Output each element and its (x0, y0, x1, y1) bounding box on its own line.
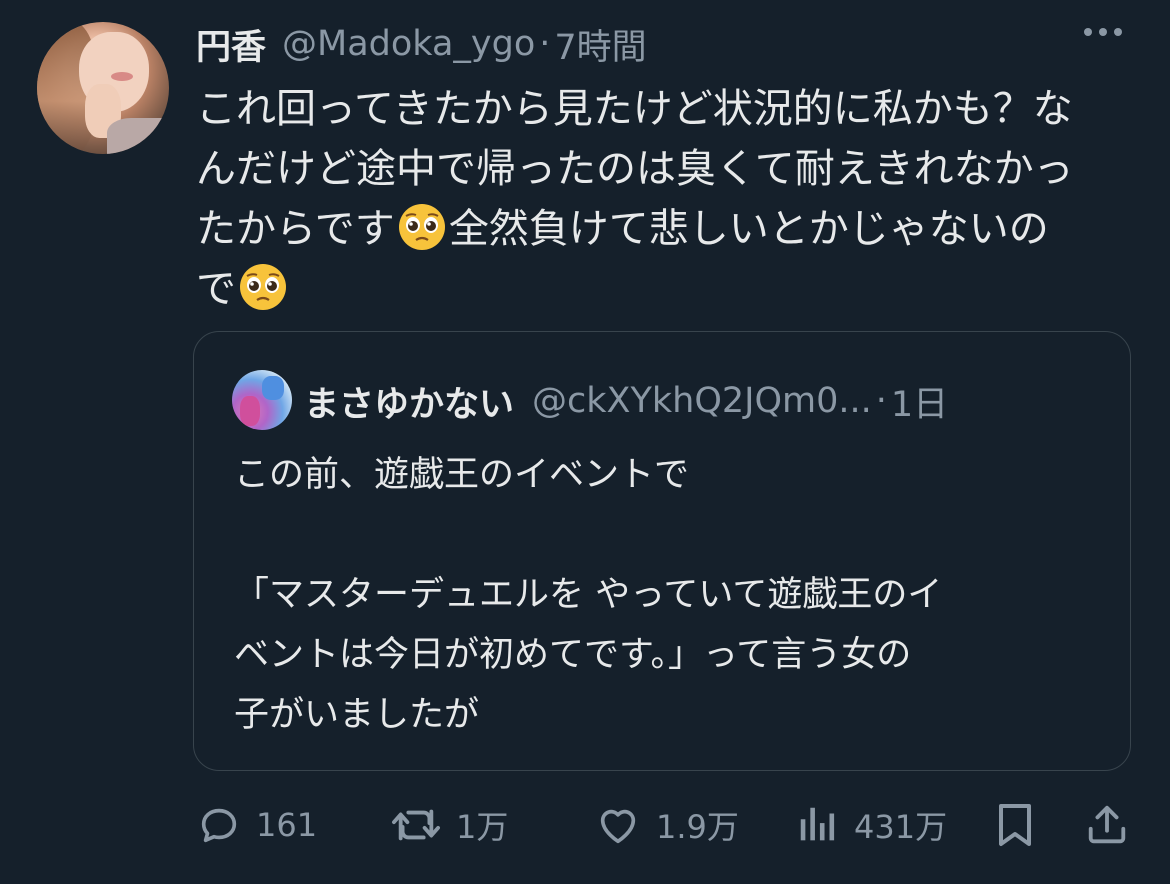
tweet-text: これ回ってきたから見たけど状況的に私かも？な んだけど途中で帰ったのは臭くて耐え… (196, 79, 1136, 319)
quoted-tweet-header: まさゆかない @ckXYkhQ2JQm0... · 1日 (304, 374, 948, 428)
separator-dot: · (875, 381, 887, 421)
avatar-lips (111, 72, 133, 81)
pleading-face-emoji (240, 264, 286, 310)
retweet-icon (392, 809, 440, 841)
action-bar: 161 1万 1.9万 431万 (0, 795, 1170, 855)
tweet-line: で (196, 259, 1136, 319)
quoted-line: 「マスターデュエルを やっていて遊戯王のイ (234, 575, 943, 615)
quoted-author-handle[interactable]: @ckXYkhQ2JQm0... (532, 381, 872, 421)
share-button[interactable] (1084, 795, 1130, 855)
author-name[interactable]: 円香 (196, 19, 266, 70)
quoted-author-name[interactable]: まさゆかない (304, 376, 514, 427)
bookmark-button[interactable] (994, 795, 1036, 855)
quoted-line (234, 505, 1094, 565)
heart-icon (600, 809, 636, 844)
tweet-line: これ回ってきたから見たけど状況的に私かも？な (196, 86, 1073, 132)
tweet-line: んだけど途中で帰ったのは臭くて耐えきれなかっ (196, 146, 1074, 192)
reply-count: 161 (256, 806, 318, 844)
bookmark-icon (999, 804, 1031, 846)
tweet-line-part: で (196, 266, 236, 312)
quoted-author-avatar[interactable] (232, 370, 292, 430)
tweet-line-part: たからです (196, 206, 395, 252)
share-icon (1088, 805, 1126, 844)
more-options-icon[interactable] (1084, 28, 1122, 36)
author-handle[interactable]: @Madoka_ygo (282, 24, 535, 64)
quoted-tweet-time[interactable]: 1日 (891, 376, 948, 427)
quoted-line: 子がいましたが (234, 695, 480, 735)
reply-icon (201, 808, 237, 843)
view-count: 431万 (854, 808, 948, 846)
like-button[interactable]: 1.9万 (594, 795, 739, 855)
quoted-line: この前、遊戯王のイベントで (234, 455, 690, 495)
author-avatar[interactable] (37, 22, 169, 154)
pleading-face-emoji (398, 204, 445, 250)
avatar-dress (107, 118, 169, 154)
reply-button[interactable]: 161 (196, 795, 317, 855)
retweet-count: 1万 (456, 808, 509, 846)
quoted-line: ベントは今日が初めてです。」って言う女の (234, 635, 912, 675)
tweet-line: たからです 全然負けて悲しいとかじゃないの (196, 199, 1136, 259)
quoted-tweet-text: この前、遊戯王のイベントで 「マスターデュエルを やっていて遊戯王のイ ベントは… (234, 445, 1094, 745)
separator-dot: · (539, 24, 551, 64)
tweet-header: 円香 @Madoka_ygo · 7時間 (196, 18, 647, 70)
tweet-line-part: 全然負けて悲しいとかじゃないの (448, 206, 1049, 252)
tweet-time[interactable]: 7時間 (554, 19, 646, 70)
views-button[interactable]: 431万 (796, 795, 947, 855)
quoted-tweet[interactable]: まさゆかない @ckXYkhQ2JQm0... · 1日 この前、遊戯王のイベン… (193, 331, 1131, 771)
views-icon (800, 807, 835, 841)
avatar-figure (240, 396, 260, 426)
retweet-button[interactable]: 1万 (390, 795, 508, 855)
avatar-figure (262, 376, 284, 400)
like-count: 1.9万 (656, 808, 739, 846)
